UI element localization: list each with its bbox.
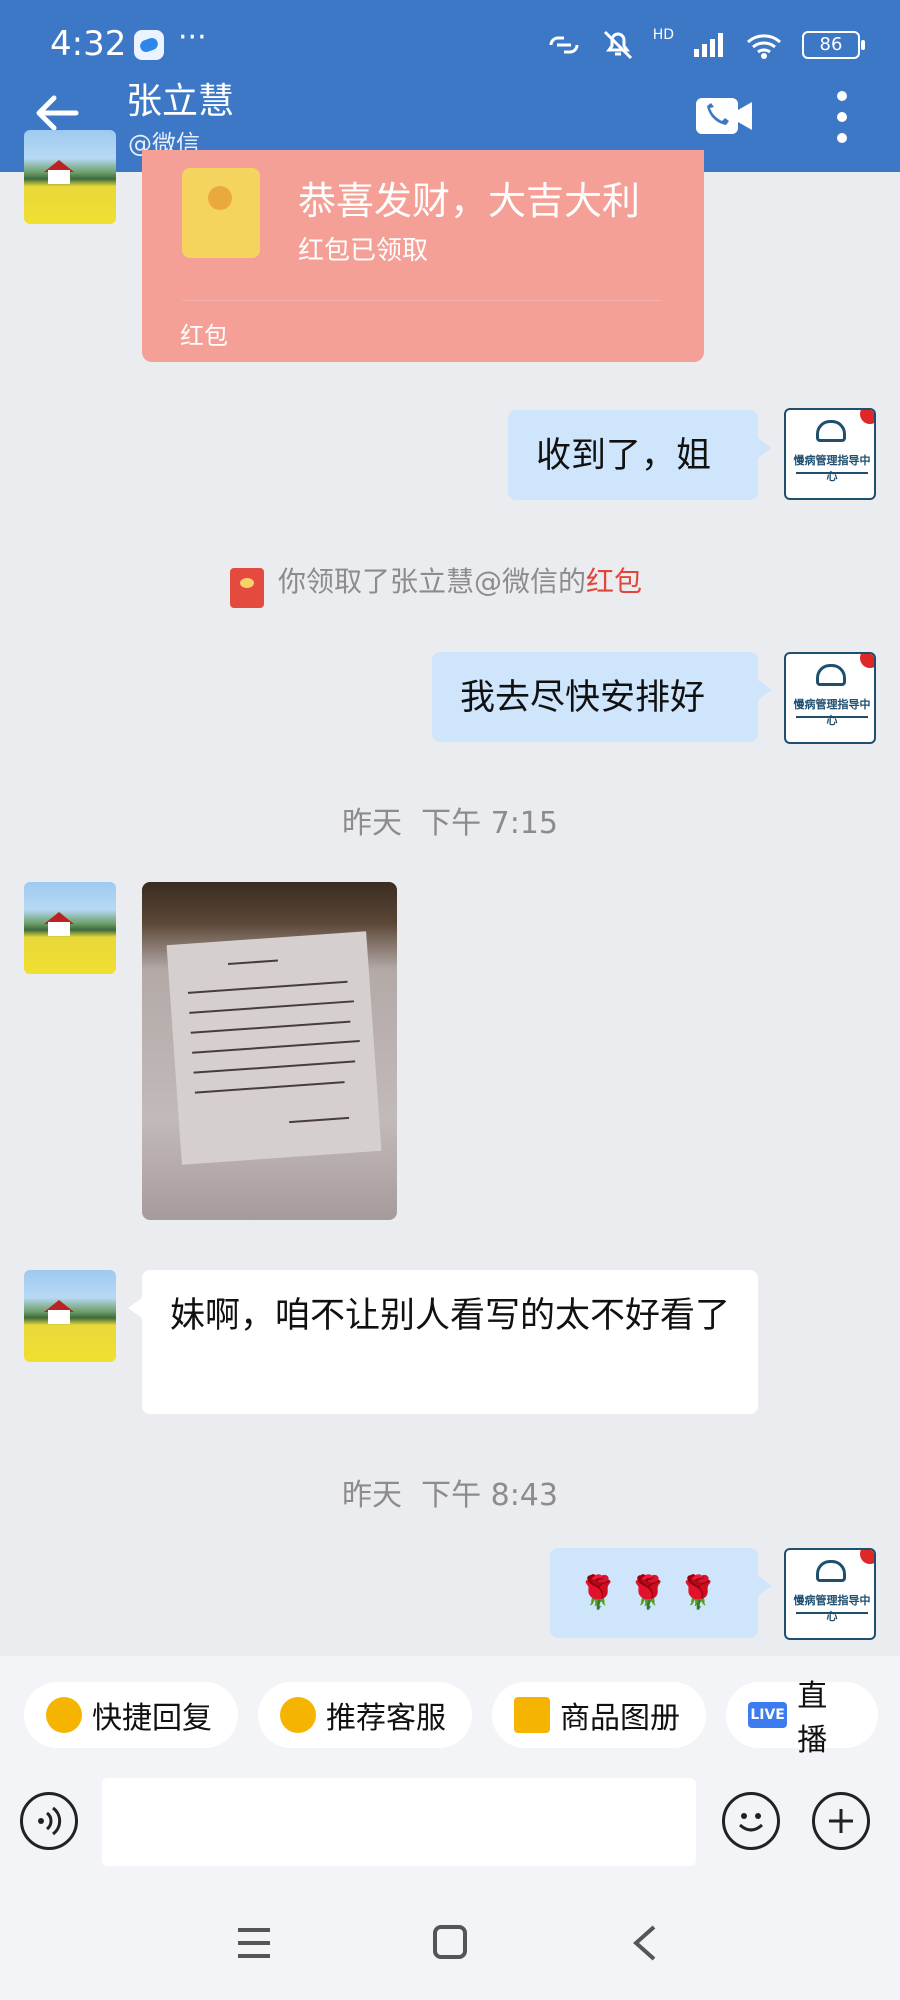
back-nav-icon[interactable] xyxy=(630,1924,660,1962)
link-icon xyxy=(549,36,579,54)
input-bar xyxy=(0,1776,900,1886)
message-input[interactable] xyxy=(102,1778,696,1866)
my-avatar[interactable]: 慢病管理指导中心 xyxy=(784,652,876,744)
red-packet-status: 红包已领取 xyxy=(298,236,429,266)
home-icon[interactable] xyxy=(432,1924,468,1960)
status-more-dots: ··· xyxy=(178,20,207,55)
status-time: 4:32 xyxy=(50,24,127,64)
red-packet-icon xyxy=(182,168,260,258)
contact-avatar[interactable] xyxy=(24,882,116,974)
contact-avatar[interactable] xyxy=(24,1270,116,1362)
signal-icon xyxy=(694,33,723,57)
my-avatar[interactable]: 慢病管理指导中心 xyxy=(784,1548,876,1640)
video-call-icon[interactable] xyxy=(696,96,754,136)
system-message-link[interactable]: 红包 xyxy=(586,565,642,598)
header-bar: 4:32 ··· HD 86 张立慧 @微信 xyxy=(0,0,900,172)
doc-icon xyxy=(514,1697,550,1733)
timestamp: 昨天 下午 8:43 xyxy=(342,1478,558,1513)
live-button[interactable]: LIVE 直播 xyxy=(726,1679,878,1758)
red-packet-small-icon xyxy=(230,568,264,608)
my-avatar[interactable]: 慢病管理指导中心 xyxy=(784,408,876,500)
voice-icon[interactable] xyxy=(20,1792,78,1850)
live-icon: LIVE xyxy=(748,1702,788,1728)
more-options-icon[interactable] xyxy=(836,90,848,144)
emoji-icon[interactable] xyxy=(722,1792,780,1850)
recommend-service-button[interactable]: 推荐客服 xyxy=(258,1682,472,1748)
chat-icon xyxy=(280,1697,316,1733)
red-packet-label: 红包 xyxy=(180,322,228,350)
menu-icon[interactable] xyxy=(236,1926,272,1960)
chat-icon xyxy=(46,1697,82,1733)
image-message[interactable] xyxy=(142,882,397,1220)
battery-indicator: 86 xyxy=(802,31,865,59)
system-message-text: 你领取了张立慧@微信的 xyxy=(278,565,587,598)
system-nav-bar xyxy=(0,1886,900,2000)
hd-label: HD xyxy=(652,27,674,43)
message-bubble-outgoing[interactable]: 收到了，姐 xyxy=(508,410,772,500)
contact-avatar[interactable] xyxy=(24,130,116,224)
red-packet-divider xyxy=(182,300,662,301)
quick-reply-button[interactable]: 快捷回复 xyxy=(24,1682,238,1748)
red-packet-card[interactable]: 恭喜发财，大吉大利 红包已领取 红包 xyxy=(142,150,704,362)
timestamp: 昨天 下午 7:15 xyxy=(342,806,558,841)
product-catalog-button[interactable]: 商品图册 xyxy=(492,1682,706,1748)
message-bubble-incoming[interactable]: 妹啊，咱不让别人看写的太不好看了 xyxy=(128,1270,758,1414)
app-notification-icon xyxy=(134,30,164,60)
plus-icon[interactable] xyxy=(812,1792,870,1850)
chat-title: 张立慧 xyxy=(126,81,235,122)
system-message: 你领取了张立慧@微信的红包 xyxy=(278,560,642,600)
status-icons: HD 86 xyxy=(545,27,865,62)
message-bubble-outgoing[interactable]: 🌹 🌹 🌹 xyxy=(550,1548,772,1638)
handwritten-note-image xyxy=(166,931,382,1165)
wifi-icon xyxy=(747,34,781,59)
mute-icon xyxy=(603,30,632,60)
red-packet-title: 恭喜发财，大吉大利 xyxy=(298,179,641,223)
quick-action-bar: 快捷回复 推荐客服 商品图册 LIVE 直播 xyxy=(0,1656,900,1776)
message-bubble-outgoing[interactable]: 我去尽快安排好 xyxy=(432,652,772,742)
